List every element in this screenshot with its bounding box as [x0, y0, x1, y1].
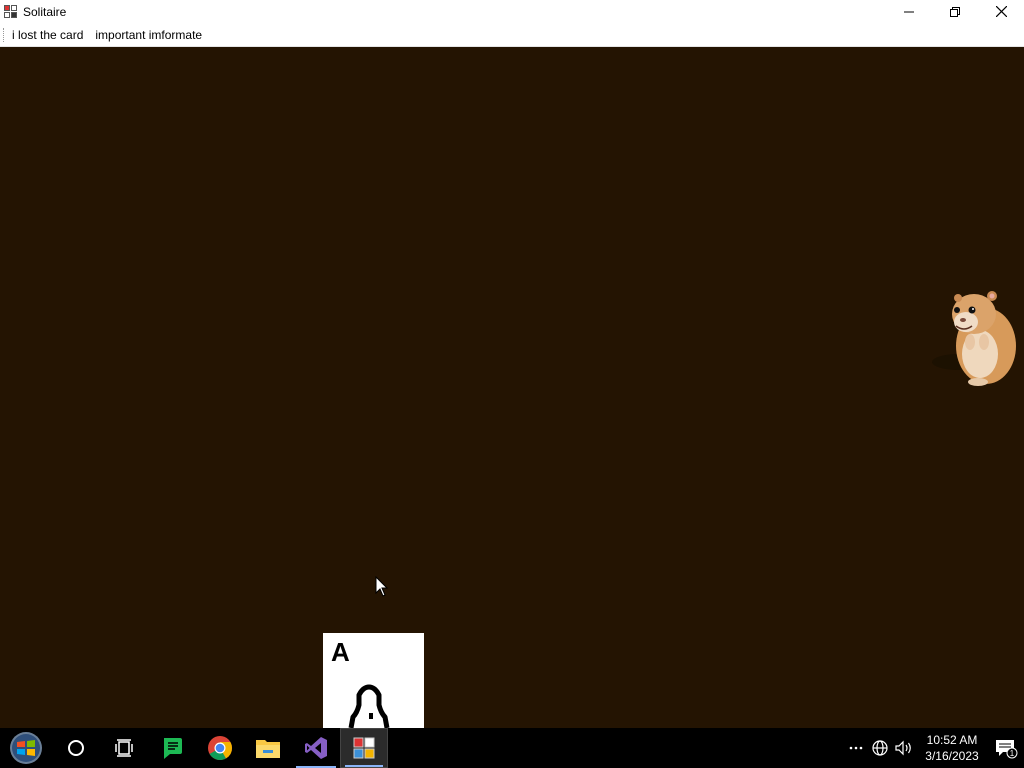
task-view-button[interactable] — [100, 728, 148, 768]
chrome-icon — [208, 736, 232, 761]
cortana-search-icon — [68, 740, 84, 756]
minimize-icon — [904, 11, 914, 12]
globe-icon — [872, 740, 888, 756]
taskbar: 10:52 AM 3/16/2023 1 — [0, 728, 1024, 768]
system-tray: 10:52 AM 3/16/2023 1 — [844, 728, 1024, 768]
clock-date: 3/16/2023 — [925, 749, 979, 763]
network-button[interactable] — [868, 728, 892, 768]
card-suit-drawing — [348, 684, 390, 728]
close-icon — [995, 6, 1007, 17]
menu-item-important-info[interactable]: important imformate — [90, 23, 207, 47]
taskbar-chrome[interactable] — [196, 728, 244, 768]
start-icon — [10, 732, 42, 764]
solitaire-app-icon[interactable] — [4, 4, 18, 19]
solitaire-app-icon — [353, 737, 375, 759]
ace-card[interactable]: A — [323, 633, 424, 728]
file-explorer-icon — [256, 740, 280, 758]
taskbar-notes-app[interactable] — [148, 728, 196, 768]
card-face: A — [331, 637, 390, 728]
task-view-icon — [115, 739, 133, 757]
mouse-cursor-icon — [375, 576, 389, 597]
taskbar-file-explorer[interactable] — [244, 728, 292, 768]
more-dots-icon — [849, 746, 863, 750]
visual-studio-icon — [305, 737, 327, 759]
restore-icon — [950, 6, 960, 17]
clock[interactable]: 10:52 AM 3/16/2023 — [916, 728, 988, 768]
restore-button[interactable] — [932, 0, 978, 23]
notification-count: 1 — [1010, 749, 1015, 758]
minimize-button[interactable] — [886, 0, 932, 23]
taskbar-visual-studio[interactable] — [292, 728, 340, 768]
window-title: Solitaire — [23, 4, 67, 19]
action-center-button[interactable]: 1 — [988, 728, 1024, 768]
notes-app-icon — [164, 738, 182, 759]
title-bar[interactable]: Solitaire — [0, 0, 1024, 23]
close-button[interactable] — [978, 0, 1024, 23]
card-rank: A — [331, 637, 350, 667]
show-hidden-icons-button[interactable] — [844, 728, 868, 768]
clock-time: 10:52 AM — [926, 733, 978, 747]
menu-item-lost-card[interactable]: i lost the card — [7, 23, 88, 47]
cortana-search-button[interactable] — [52, 728, 100, 768]
notification-icon: 1 — [996, 740, 1018, 759]
volume-button[interactable] — [892, 728, 916, 768]
menu-grip — [3, 27, 5, 42]
solitaire-window: Solitaire i lost the card important imfo… — [0, 0, 1024, 728]
taskbar-solitaire[interactable] — [340, 728, 388, 768]
volume-icon — [895, 740, 911, 756]
menu-bar: i lost the card important imformate — [0, 23, 1024, 47]
start-button[interactable] — [0, 728, 52, 768]
hamster-image — [932, 291, 1016, 386]
